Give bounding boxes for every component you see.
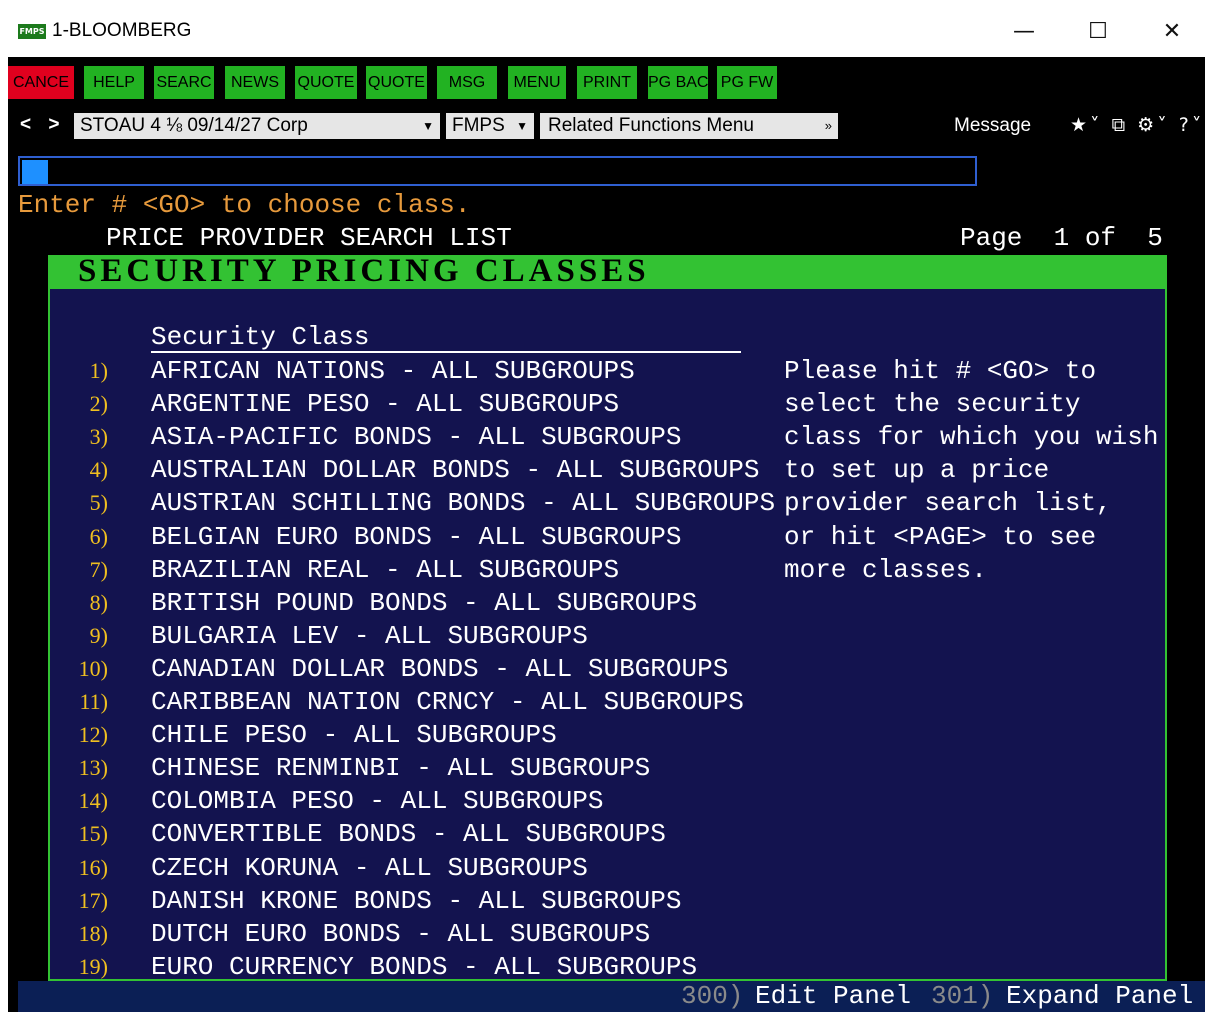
class-item[interactable]: BRAZILIAN REAL - ALL SUBGROUPS	[151, 555, 619, 585]
quote-button-2[interactable]: QUOTE	[366, 66, 427, 99]
page-forward-button[interactable]: PG FW	[717, 66, 777, 99]
class-item[interactable]: CARIBBEAN NATION CRNCY - ALL SUBGROUPS	[151, 687, 744, 717]
command-line-input[interactable]	[18, 156, 977, 186]
chevron-down-icon[interactable]: ▼	[516, 113, 528, 139]
quote-button-1[interactable]: QUOTE	[295, 66, 357, 99]
close-button[interactable]: ✕	[1152, 14, 1192, 50]
page-indicator: Page 1 of 5	[960, 223, 1163, 253]
class-item[interactable]: COLOMBIA PESO - ALL SUBGROUPS	[151, 786, 603, 816]
class-number[interactable]: 19)	[66, 954, 108, 980]
news-button[interactable]: NEWS	[225, 66, 285, 99]
column-underline	[151, 351, 741, 353]
cursor-icon	[22, 160, 48, 184]
help-line: more classes.	[784, 555, 987, 585]
class-item[interactable]: CANADIAN DOLLAR BONDS - ALL SUBGROUPS	[151, 654, 728, 684]
class-number[interactable]: 15)	[66, 821, 108, 847]
related-functions-label: Related Functions Menu	[548, 115, 754, 136]
class-item[interactable]: CHILE PESO - ALL SUBGROUPS	[151, 720, 557, 750]
class-number[interactable]: 2)	[66, 391, 108, 417]
expand-panel-button[interactable]: Expand Panel	[1006, 981, 1193, 1011]
class-number[interactable]: 9)	[66, 623, 108, 649]
help-line: Please hit # <GO> to	[784, 356, 1097, 386]
navigation-bar: < > STOAU 4 ⅛ 09/14/27 Corp ▼ FMPS ▼ Rel…	[8, 110, 1205, 144]
class-number[interactable]: 16)	[66, 855, 108, 881]
section-banner: SECURITY PRICING CLASSES	[48, 253, 1167, 289]
window-titlebar: FMPS 1-BLOOMBERG — ☐ ✕	[0, 0, 1205, 57]
class-number[interactable]: 6)	[66, 524, 108, 550]
back-forward-arrows[interactable]: < >	[20, 114, 65, 136]
class-number[interactable]: 7)	[66, 557, 108, 583]
class-item[interactable]: ASIA-PACIFIC BONDS - ALL SUBGROUPS	[151, 422, 682, 452]
class-number[interactable]: 5)	[66, 490, 108, 516]
search-button[interactable]: SEARC	[154, 66, 214, 99]
class-item[interactable]: EURO CURRENCY BONDS - ALL SUBGROUPS	[151, 952, 697, 982]
help-line: or hit <PAGE> to see	[784, 522, 1097, 552]
security-selector[interactable]: STOAU 4 ⅛ 09/14/27 Corp ▼	[74, 113, 440, 139]
class-item[interactable]: AFRICAN NATIONS - ALL SUBGROUPS	[151, 356, 635, 386]
message-button[interactable]: Message	[954, 115, 1031, 137]
class-number[interactable]: 4)	[66, 457, 108, 483]
class-item[interactable]: CZECH KORUNA - ALL SUBGROUPS	[151, 853, 588, 883]
help-line: class for which you wish	[784, 422, 1159, 452]
function-selector[interactable]: FMPS ▼	[446, 113, 534, 139]
double-chevron-down-icon[interactable]: »	[825, 113, 832, 139]
class-item[interactable]: AUSTRALIAN DOLLAR BONDS - ALL SUBGROUPS	[151, 455, 760, 485]
function-text: FMPS	[452, 115, 505, 136]
class-item[interactable]: DANISH KRONE BONDS - ALL SUBGROUPS	[151, 886, 682, 916]
instruction-prompt: Enter # <GO> to choose class.	[18, 190, 471, 220]
security-text: STOAU 4 ⅛ 09/14/27 Corp	[80, 115, 308, 136]
banner-title: SECURITY PRICING CLASSES	[78, 253, 650, 289]
edit-panel-button[interactable]: Edit Panel	[755, 981, 911, 1011]
maximize-button[interactable]: ☐	[1078, 14, 1118, 50]
msg-button[interactable]: MSG	[437, 66, 497, 99]
page-back-button[interactable]: PG BAC	[648, 66, 708, 99]
help-line: to set up a price	[784, 455, 1050, 485]
class-number[interactable]: 11)	[66, 689, 108, 715]
edit-panel-number: 300)	[681, 981, 744, 1011]
column-header: Security Class	[151, 322, 370, 352]
expand-panel-number: 301)	[931, 981, 994, 1011]
help-line: select the security	[784, 389, 1081, 419]
class-number[interactable]: 18)	[66, 921, 108, 947]
class-number[interactable]: 10)	[66, 656, 108, 682]
class-item[interactable]: CHINESE RENMINBI - ALL SUBGROUPS	[151, 753, 650, 783]
related-functions-menu[interactable]: Related Functions Menu »	[540, 113, 838, 139]
bloomberg-app-icon: FMPS	[18, 24, 46, 39]
class-number[interactable]: 17)	[66, 888, 108, 914]
print-button[interactable]: PRINT	[577, 66, 637, 99]
class-number[interactable]: 1)	[66, 358, 108, 384]
class-number[interactable]: 3)	[66, 424, 108, 450]
class-number[interactable]: 13)	[66, 755, 108, 781]
cancel-button[interactable]: CANCE	[8, 66, 74, 99]
class-number[interactable]: 14)	[66, 788, 108, 814]
class-item[interactable]: CONVERTIBLE BONDS - ALL SUBGROUPS	[151, 819, 666, 849]
class-item[interactable]: BULGARIA LEV - ALL SUBGROUPS	[151, 621, 588, 651]
class-item[interactable]: BRITISH POUND BONDS - ALL SUBGROUPS	[151, 588, 697, 618]
class-number[interactable]: 12)	[66, 722, 108, 748]
help-button[interactable]: HELP	[84, 66, 144, 99]
toolbar-icons[interactable]: ★˅ ⧉ ⚙˅ ?˅	[1070, 114, 1204, 136]
class-item[interactable]: AUSTRIAN SCHILLING BONDS - ALL SUBGROUPS	[151, 488, 775, 518]
menu-button[interactable]: MENU	[508, 66, 566, 99]
screen-subtitle: PRICE PROVIDER SEARCH LIST	[106, 223, 512, 253]
window-title: 1-BLOOMBERG	[52, 20, 192, 41]
chevron-down-icon[interactable]: ▼	[422, 113, 434, 139]
class-item[interactable]: BELGIAN EURO BONDS - ALL SUBGROUPS	[151, 522, 682, 552]
footer-bar: 300) Edit Panel 301) Expand Panel	[18, 981, 1205, 1012]
minimize-button[interactable]: —	[1004, 14, 1044, 50]
class-number[interactable]: 8)	[66, 590, 108, 616]
help-line: provider search list,	[784, 488, 1112, 518]
class-item[interactable]: ARGENTINE PESO - ALL SUBGROUPS	[151, 389, 619, 419]
class-item[interactable]: DUTCH EURO BONDS - ALL SUBGROUPS	[151, 919, 650, 949]
